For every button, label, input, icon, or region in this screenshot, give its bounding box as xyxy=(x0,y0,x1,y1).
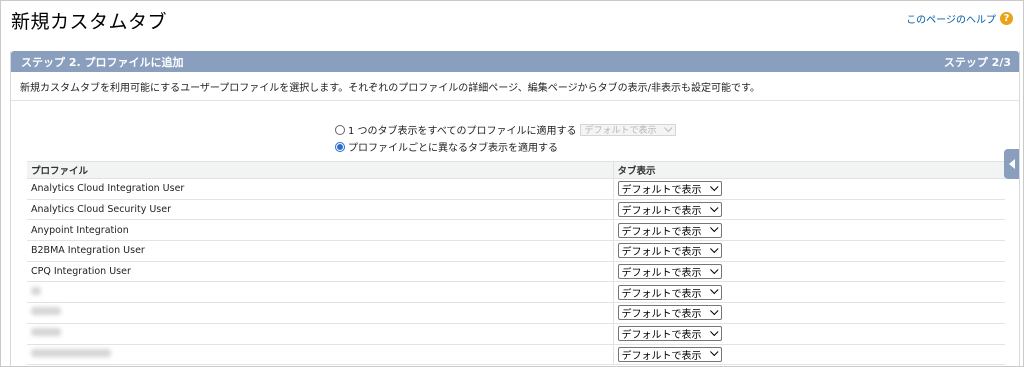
chevron-down-icon xyxy=(709,347,719,357)
collapse-side-tab[interactable] xyxy=(1004,149,1019,179)
profile-name: Analytics Cloud Security User xyxy=(27,199,613,221)
tab-visibility-select[interactable]: デフォルトで表示 xyxy=(617,305,722,321)
step-panel: ステップ 2. プロファイルに追加 ステップ 2/3 新規カスタムタブを利用可能… xyxy=(10,51,1020,366)
apply-all-select-value: デフォルトで表示 xyxy=(584,126,657,136)
redacted-profile-name xyxy=(31,307,61,316)
table-row: デフォルトで表示 xyxy=(27,302,1005,324)
chevron-down-icon xyxy=(664,123,673,132)
table-row: デフォルトで表示 xyxy=(27,344,1005,366)
tab-visibility-cell: デフォルトで表示 xyxy=(612,281,1005,304)
page-title: 新規カスタムタブ xyxy=(11,11,168,33)
table-row: Analytics Cloud Integration User デフォルトで表示 xyxy=(27,178,1005,200)
tab-visibility-select[interactable]: デフォルトで表示 xyxy=(617,264,722,280)
tab-visibility-value: デフォルトで表示 xyxy=(621,206,702,218)
table-row: CPQ Integration User デフォルトで表示 xyxy=(27,261,1005,283)
tab-visibility-select[interactable]: デフォルトで表示 xyxy=(617,222,722,238)
chevron-down-icon xyxy=(709,223,719,233)
arrow-left-icon xyxy=(1008,159,1015,169)
table-row: デフォルトで表示 xyxy=(27,281,1005,304)
chevron-down-icon xyxy=(709,306,719,316)
profile-name xyxy=(27,281,613,304)
step-header: ステップ 2. プロファイルに追加 ステップ 2/3 xyxy=(11,51,1019,72)
profile-table: プロファイル タブ表示 Analytics Cloud Integration … xyxy=(27,161,1005,366)
profile-name xyxy=(27,302,613,324)
apply-all-radio[interactable] xyxy=(335,124,345,135)
table-header-row: プロファイル タブ表示 xyxy=(27,161,1005,179)
redacted-profile-name xyxy=(31,348,111,357)
table-row: Anypoint Integration デフォルトで表示 xyxy=(27,219,1005,242)
tab-visibility-select[interactable]: デフォルトで表示 xyxy=(617,181,722,197)
step-title: ステップ 2. プロファイルに追加 xyxy=(21,55,184,69)
tab-visibility-value: デフォルトで表示 xyxy=(621,247,702,259)
table-row: B2BMA Integration User デフォルトで表示 xyxy=(27,240,1005,262)
tab-visibility-value: デフォルトで表示 xyxy=(621,350,702,362)
tab-visibility-cell: デフォルトで表示 xyxy=(612,240,1005,262)
redacted-profile-name xyxy=(31,328,61,337)
chevron-down-icon xyxy=(709,285,719,295)
apply-each-label: プロファイルごとに異なるタブ表示を適用する xyxy=(348,143,558,154)
profile-name xyxy=(27,323,613,345)
custom-tab-wizard: 新規カスタムタブ このページのヘルプ ? ステップ 2. プロファイルに追加 ス… xyxy=(0,0,1024,367)
help-link[interactable]: このページのヘルプ ? xyxy=(906,11,1013,26)
profile-name: Analytics Cloud Integration User xyxy=(27,178,613,200)
visibility-options: 1 つのタブ表示をすべてのプロファイルに適用する デフォルトで表示 プロファイル… xyxy=(335,121,677,155)
chevron-down-icon xyxy=(709,244,719,254)
redacted-profile-name xyxy=(31,286,41,295)
tab-visibility-value: デフォルトで表示 xyxy=(621,226,702,238)
profile-name: B2BMA Integration User xyxy=(27,240,613,262)
tab-visibility-cell: デフォルトで表示 xyxy=(612,219,1005,242)
profile-name xyxy=(27,344,613,366)
help-link-label: このページのヘルプ xyxy=(906,15,996,26)
profile-name: CPQ Integration User xyxy=(27,261,613,283)
apply-all-label: 1 つのタブ表示をすべてのプロファイルに適用する xyxy=(348,126,577,137)
tab-visibility-cell: デフォルトで表示 xyxy=(612,302,1005,324)
tab-visibility-value: デフォルトで表示 xyxy=(621,330,702,342)
column-header-tab-visibility: タブ表示 xyxy=(612,161,1005,179)
tab-visibility-cell: デフォルトで表示 xyxy=(612,261,1005,283)
table-row: Analytics Cloud Security User デフォルトで表示 xyxy=(27,199,1005,221)
column-header-profile: プロファイル xyxy=(27,161,613,179)
tab-visibility-cell: デフォルトで表示 xyxy=(612,199,1005,221)
tab-visibility-select[interactable]: デフォルトで表示 xyxy=(617,346,722,362)
apply-each-option[interactable]: プロファイルごとに異なるタブ表示を適用する xyxy=(335,138,676,155)
tab-visibility-value: デフォルトで表示 xyxy=(621,185,702,197)
chevron-down-icon xyxy=(709,203,719,212)
tab-visibility-value: デフォルトで表示 xyxy=(621,268,702,280)
tab-visibility-value: デフォルトで表示 xyxy=(621,288,702,300)
tab-visibility-select[interactable]: デフォルトで表示 xyxy=(617,243,722,259)
profile-name: Anypoint Integration xyxy=(27,219,613,242)
step-description: 新規カスタムタブを利用可能にするユーザープロファイルを選択します。それぞれのプロ… xyxy=(11,72,1019,101)
apply-all-option[interactable]: 1 つのタブ表示をすべてのプロファイルに適用する デフォルトで表示 xyxy=(335,121,677,138)
help-icon: ? xyxy=(1000,12,1013,25)
apply-each-radio[interactable] xyxy=(335,141,345,152)
chevron-down-icon xyxy=(709,327,719,336)
apply-all-select: デフォルトで表示 xyxy=(580,123,677,136)
tab-visibility-cell: デフォルトで表示 xyxy=(612,178,1005,200)
tab-visibility-select[interactable]: デフォルトで表示 xyxy=(617,326,722,342)
chevron-down-icon xyxy=(709,265,719,274)
tab-visibility-select[interactable]: デフォルトで表示 xyxy=(617,202,722,218)
step-counter: ステップ 2/3 xyxy=(943,55,1011,69)
tab-visibility-select[interactable]: デフォルトで表示 xyxy=(617,284,722,300)
tab-visibility-value: デフォルトで表示 xyxy=(621,309,702,321)
tab-visibility-cell: デフォルトで表示 xyxy=(612,323,1005,345)
chevron-down-icon xyxy=(709,182,719,191)
table-row: デフォルトで表示 xyxy=(27,323,1005,345)
tab-visibility-cell: デフォルトで表示 xyxy=(612,344,1005,366)
